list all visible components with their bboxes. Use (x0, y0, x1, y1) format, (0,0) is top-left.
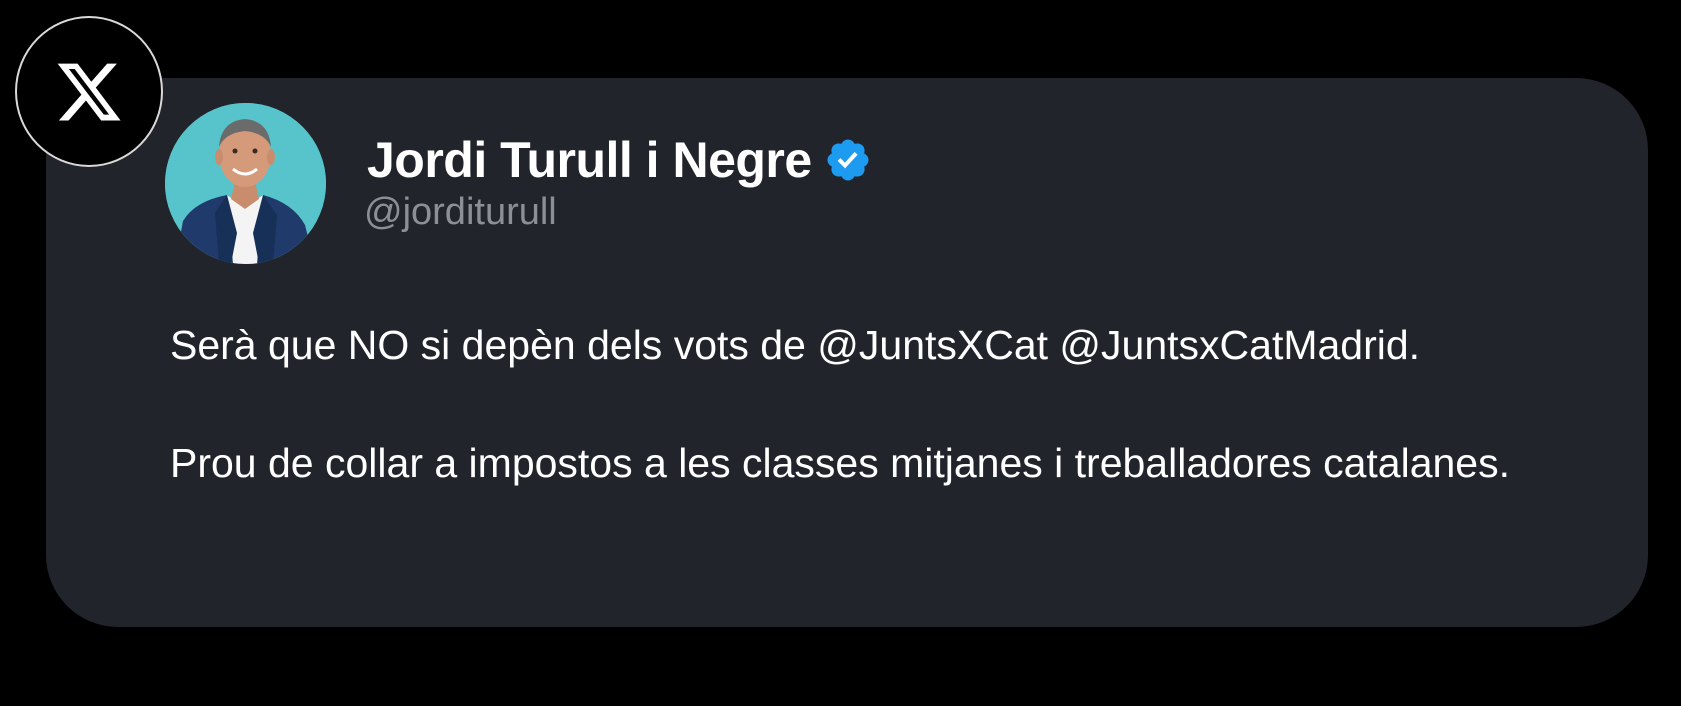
screenshot-canvas: Jordi Turull i Negre @jorditurull Serà q… (0, 0, 1681, 706)
avatar[interactable] (165, 103, 326, 264)
tweet-paragraph: Prou de collar a impostos a les classes … (170, 440, 1510, 486)
tweet-paragraph: Serà que NO si depèn dels vots de @Junts… (170, 322, 1421, 368)
author-name-row[interactable]: Jordi Turull i Negre (367, 128, 872, 192)
display-name[interactable]: Jordi Turull i Negre (367, 135, 812, 185)
tweet-body: Serà que NO si depèn dels vots de @Junts… (170, 316, 1630, 493)
x-logo-icon (15, 16, 163, 167)
x-logo-glyph (57, 63, 121, 120)
author-handle[interactable]: @jorditurull (364, 191, 557, 235)
verified-badge-icon (827, 139, 869, 181)
profile-photo (165, 103, 326, 264)
